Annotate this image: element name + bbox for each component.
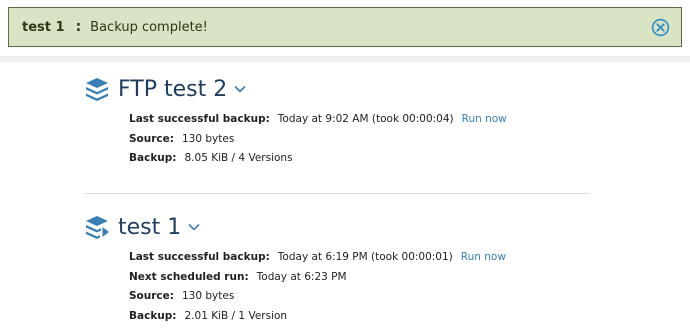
last-backup-row: Last successful backup: Today at 9:02 AM … (129, 110, 604, 130)
backup-title-row: FTP test 2 (84, 74, 604, 104)
source-row: Source: 130 bytes (129, 287, 604, 307)
run-now-link[interactable]: Run now (461, 251, 506, 263)
notification-backup-name: test 1 (22, 19, 65, 35)
last-backup-value: Today at 6:19 PM (took 00:00:01) (277, 251, 453, 263)
backup-size-row: Backup: 2.01 KiB / 1 Version (129, 307, 604, 327)
last-backup-label: Last successful backup: (129, 251, 270, 263)
backup-title-row: test 1 (84, 212, 604, 242)
next-run-label: Next scheduled run: (129, 270, 249, 283)
page-header-strip (0, 56, 690, 62)
backup-item: test 1 Last successful backup: Today at 6… (84, 212, 604, 326)
run-now-link[interactable]: Run now (462, 113, 507, 125)
last-backup-label: Last successful backup: (129, 113, 270, 125)
source-value: 130 bytes (181, 132, 235, 145)
backup-title[interactable]: FTP test 2 (118, 77, 227, 102)
next-run-value: Today at 6:23 PM (256, 270, 347, 283)
backup-size-value: 8.05 KiB / 4 Versions (184, 152, 293, 164)
last-backup-row: Last successful backup: Today at 6:19 PM … (129, 248, 604, 268)
database-icon (84, 76, 110, 102)
source-row: Source: 130 bytes (129, 130, 604, 150)
source-value: 130 bytes (181, 290, 235, 302)
divider (84, 193, 590, 194)
backup-size-row: Backup: 8.05 KiB / 4 Versions (129, 149, 604, 169)
chevron-down-icon[interactable] (188, 223, 200, 231)
backup-details: Last successful backup: Today at 9:02 AM … (129, 110, 604, 169)
source-label: Source: (129, 132, 174, 145)
backup-size-value: 2.01 KiB / 1 Version (184, 309, 288, 322)
backup-title[interactable]: test 1 (118, 215, 181, 240)
notification-separator: : (75, 19, 82, 35)
backup-size-label: Backup: (129, 152, 177, 164)
notification-bar: test 1 : Backup complete! (8, 7, 682, 47)
backup-details: Last successful backup: Today at 6:19 PM … (129, 248, 604, 326)
next-run-row: Next scheduled run: Today at 6:23 PM (129, 268, 604, 288)
database-play-icon (84, 214, 110, 240)
source-label: Source: (129, 290, 174, 302)
notification-message: Backup complete! (90, 19, 208, 35)
backup-size-label: Backup: (129, 309, 177, 322)
backup-item: FTP test 2 Last successful backup: Today … (84, 74, 604, 169)
close-icon[interactable] (651, 18, 670, 37)
chevron-down-icon[interactable] (234, 85, 246, 93)
last-backup-value: Today at 9:02 AM (took 00:00:04) (277, 113, 454, 125)
